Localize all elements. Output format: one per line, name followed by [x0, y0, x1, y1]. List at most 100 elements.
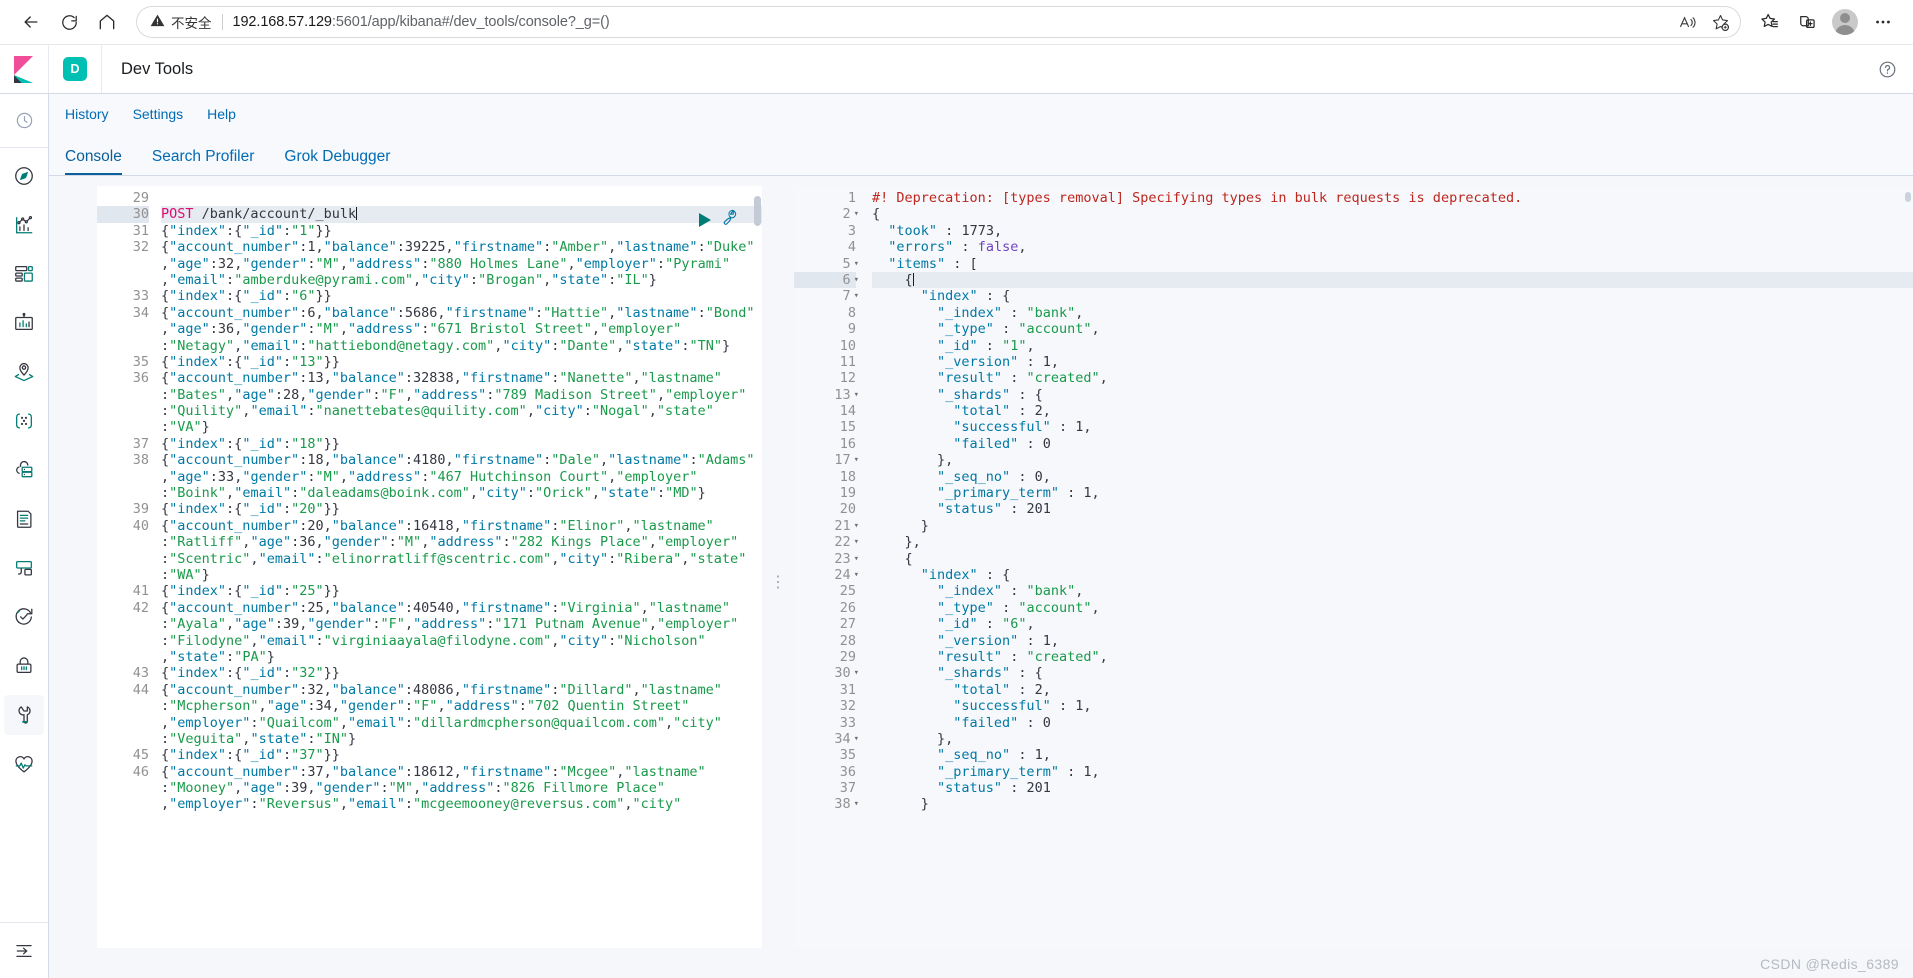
code-line[interactable]: :"Boink","email":"daleadams@boink.com","…	[161, 485, 762, 501]
code-line[interactable]: ,"age":36,"gender":"M","address":"671 Br…	[161, 321, 762, 337]
code-line[interactable]: {"account_number":32,"balance":48086,"fi…	[161, 682, 762, 698]
kibana-logo[interactable]	[0, 45, 49, 93]
sidebar-item-maps[interactable]	[4, 352, 44, 392]
code-line[interactable]: {"index":{"_id":"25"}}	[161, 583, 762, 599]
header-help-button[interactable]	[1878, 45, 1913, 93]
code-line[interactable]: :"Mooney","age":39,"gender":"M","address…	[161, 780, 762, 796]
fold-toggle-icon[interactable]: ▾	[854, 521, 859, 531]
code-line[interactable]: ,"employer":"Reversus","email":"mcgeemoo…	[161, 796, 762, 812]
code-line[interactable]: {"account_number":25,"balance":40540,"fi…	[161, 600, 762, 616]
request-scrollbar[interactable]	[754, 196, 761, 226]
fold-toggle-icon[interactable]: ▾	[854, 259, 859, 269]
fold-toggle-icon[interactable]: ▾	[854, 554, 859, 564]
code-line[interactable]: :"Ratliff","age":36,"gender":"M","addres…	[161, 534, 762, 550]
sidebar-item-apm[interactable]	[4, 548, 44, 588]
fold-toggle-icon[interactable]: ▾	[854, 209, 859, 219]
fold-toggle-icon[interactable]: ▾	[854, 570, 859, 580]
wrench-actions-icon[interactable]	[721, 208, 740, 232]
code-line[interactable]: :"Netagy","email":"hattiebond@netagy.com…	[161, 338, 762, 354]
line-number: 46	[132, 763, 149, 780]
fold-toggle-icon[interactable]: ▾	[854, 390, 859, 400]
favorites-icon[interactable]	[1751, 4, 1787, 40]
home-button[interactable]	[88, 3, 126, 41]
code-line[interactable]: {"index":{"_id":"1"}}	[161, 223, 762, 239]
code-line[interactable]	[161, 190, 762, 206]
code-line[interactable]: ,"age":33,"gender":"M","address":"467 Hu…	[161, 469, 762, 485]
send-request-button[interactable]	[699, 213, 711, 227]
code-line[interactable]: {"index":{"_id":"37"}}	[161, 747, 762, 763]
address-bar[interactable]: 不安全 192.168.57.129:5601/app/kibana#/dev_…	[136, 6, 1741, 38]
sidebar-item-visualize[interactable]	[4, 205, 44, 245]
response-editor[interactable]: 1 2 ▾ 3 4 5 ▾ 6 ▾ 7 ▾ 8 9 10 11 12 13 ▾ 14 15 16 17 ▾ 18 19 20 21 ▾…	[794, 186, 1913, 978]
code-line[interactable]: :"WA"}	[161, 567, 762, 583]
reload-button[interactable]	[50, 3, 88, 41]
history-link[interactable]: History	[65, 107, 109, 121]
code-line[interactable]: {"index":{"_id":"18"}}	[161, 436, 762, 452]
sidebar-item-machine-learning[interactable]	[4, 401, 44, 441]
read-aloud-icon[interactable]	[1673, 8, 1703, 36]
sidebar-item-uptime[interactable]	[4, 597, 44, 637]
code-line[interactable]: :"Quility","email":"nanettebates@quility…	[161, 403, 762, 419]
code-line[interactable]: {"account_number":20,"balance":16418,"fi…	[161, 518, 762, 534]
sidebar-item-siem[interactable]	[4, 646, 44, 686]
add-favorite-icon[interactable]	[1705, 8, 1735, 36]
tab-console[interactable]: Console	[65, 148, 122, 175]
fold-toggle-icon[interactable]: ▾	[854, 291, 859, 301]
sidebar-item-recently-viewed[interactable]	[0, 94, 48, 148]
collections-icon[interactable]	[1789, 4, 1825, 40]
code-line[interactable]: :"Scentric","email":"elinorratliff@scent…	[161, 551, 762, 567]
code-line[interactable]: {"account_number":37,"balance":18612,"fi…	[161, 764, 762, 780]
sidebar-item-discover[interactable]	[4, 156, 44, 196]
code-line[interactable]: {"account_number":6,"balance":5686,"firs…	[161, 305, 762, 321]
sidebar-item-dev-tools[interactable]	[4, 695, 44, 735]
security-warning[interactable]: 不安全	[150, 12, 212, 32]
code-line[interactable]: :"Bates","age":28,"gender":"F","address"…	[161, 387, 762, 403]
sidebar-collapse-button[interactable]	[0, 922, 48, 978]
sidebar-item-infrastructure[interactable]	[4, 450, 44, 490]
response-scrollbar[interactable]	[1905, 192, 1911, 202]
request-code[interactable]: POST /bank/account/_bulk {"index":{"_id":…	[159, 186, 762, 978]
help-link[interactable]: Help	[207, 107, 236, 121]
back-button[interactable]	[12, 3, 50, 41]
code-line[interactable]: :"Ayala","age":39,"gender":"F","address"…	[161, 616, 762, 632]
code-line[interactable]: ,"state":"PA"}	[161, 649, 762, 665]
fold-toggle-icon[interactable]: ▾	[854, 537, 859, 547]
line-number: 9	[847, 321, 856, 338]
request-editor[interactable]: 29 30 31 32 33 34 35 36 37 38 39 40 41 42 43 44 4…	[97, 186, 762, 978]
code-line[interactable]: :"Veguita","state":"IN"}	[161, 731, 762, 747]
line-number: 39	[132, 501, 149, 518]
sidebar-item-monitoring[interactable]	[4, 744, 44, 784]
code-line[interactable]: ,"email":"amberduke@pyrami.com","city":"…	[161, 272, 762, 288]
code-line[interactable]: {"index":{"_id":"20"}}	[161, 501, 762, 517]
code-line[interactable]: {"index":{"_id":"13"}}	[161, 354, 762, 370]
settings-link[interactable]: Settings	[133, 107, 184, 121]
code-line[interactable]: ,"employer":"Quailcom","email":"dillardm…	[161, 715, 762, 731]
tab-grok-debugger[interactable]: Grok Debugger	[284, 148, 390, 176]
code-line[interactable]: :"VA"}	[161, 419, 762, 435]
code-line[interactable]: {"account_number":18,"balance":4180,"fir…	[161, 452, 762, 468]
code-line[interactable]: {"index":{"_id":"32"}}	[161, 665, 762, 681]
fold-toggle-icon[interactable]: ▾	[854, 734, 859, 744]
more-settings-icon[interactable]	[1865, 4, 1901, 40]
fold-toggle-icon[interactable]: ▾	[854, 455, 859, 465]
fold-toggle-icon[interactable]: ▾	[854, 799, 859, 809]
editor-splitter[interactable]: ⋮	[762, 186, 794, 978]
code-line[interactable]: :"Mcpherson","age":34,"gender":"F","addr…	[161, 698, 762, 714]
space-selector[interactable]: D	[49, 45, 102, 93]
code-line[interactable]: {"account_number":13,"balance":32838,"fi…	[161, 370, 762, 386]
sidebar-item-dashboard[interactable]	[4, 254, 44, 294]
line-number	[97, 567, 149, 583]
fold-toggle-icon[interactable]: ▾	[854, 668, 859, 678]
sidebar-item-canvas[interactable]	[4, 303, 44, 343]
code-line[interactable]: {"account_number":1,"balance":39225,"fir…	[161, 239, 762, 255]
sidebar-item-logs[interactable]	[4, 499, 44, 539]
code-line[interactable]: :"Filodyne","email":"virginiaayala@filod…	[161, 633, 762, 649]
tab-search-profiler[interactable]: Search Profiler	[152, 148, 255, 176]
profile-icon[interactable]	[1827, 4, 1863, 40]
code-line[interactable]: POST /bank/account/_bulk	[161, 206, 762, 223]
code-line[interactable]: {"index":{"_id":"6"}}	[161, 288, 762, 304]
space-avatar: D	[63, 57, 87, 81]
fold-toggle-icon[interactable]: ▾	[854, 275, 859, 285]
code-line[interactable]: ,"age":32,"gender":"M","address":"880 Ho…	[161, 256, 762, 272]
question-in-circle-icon	[1879, 61, 1896, 77]
